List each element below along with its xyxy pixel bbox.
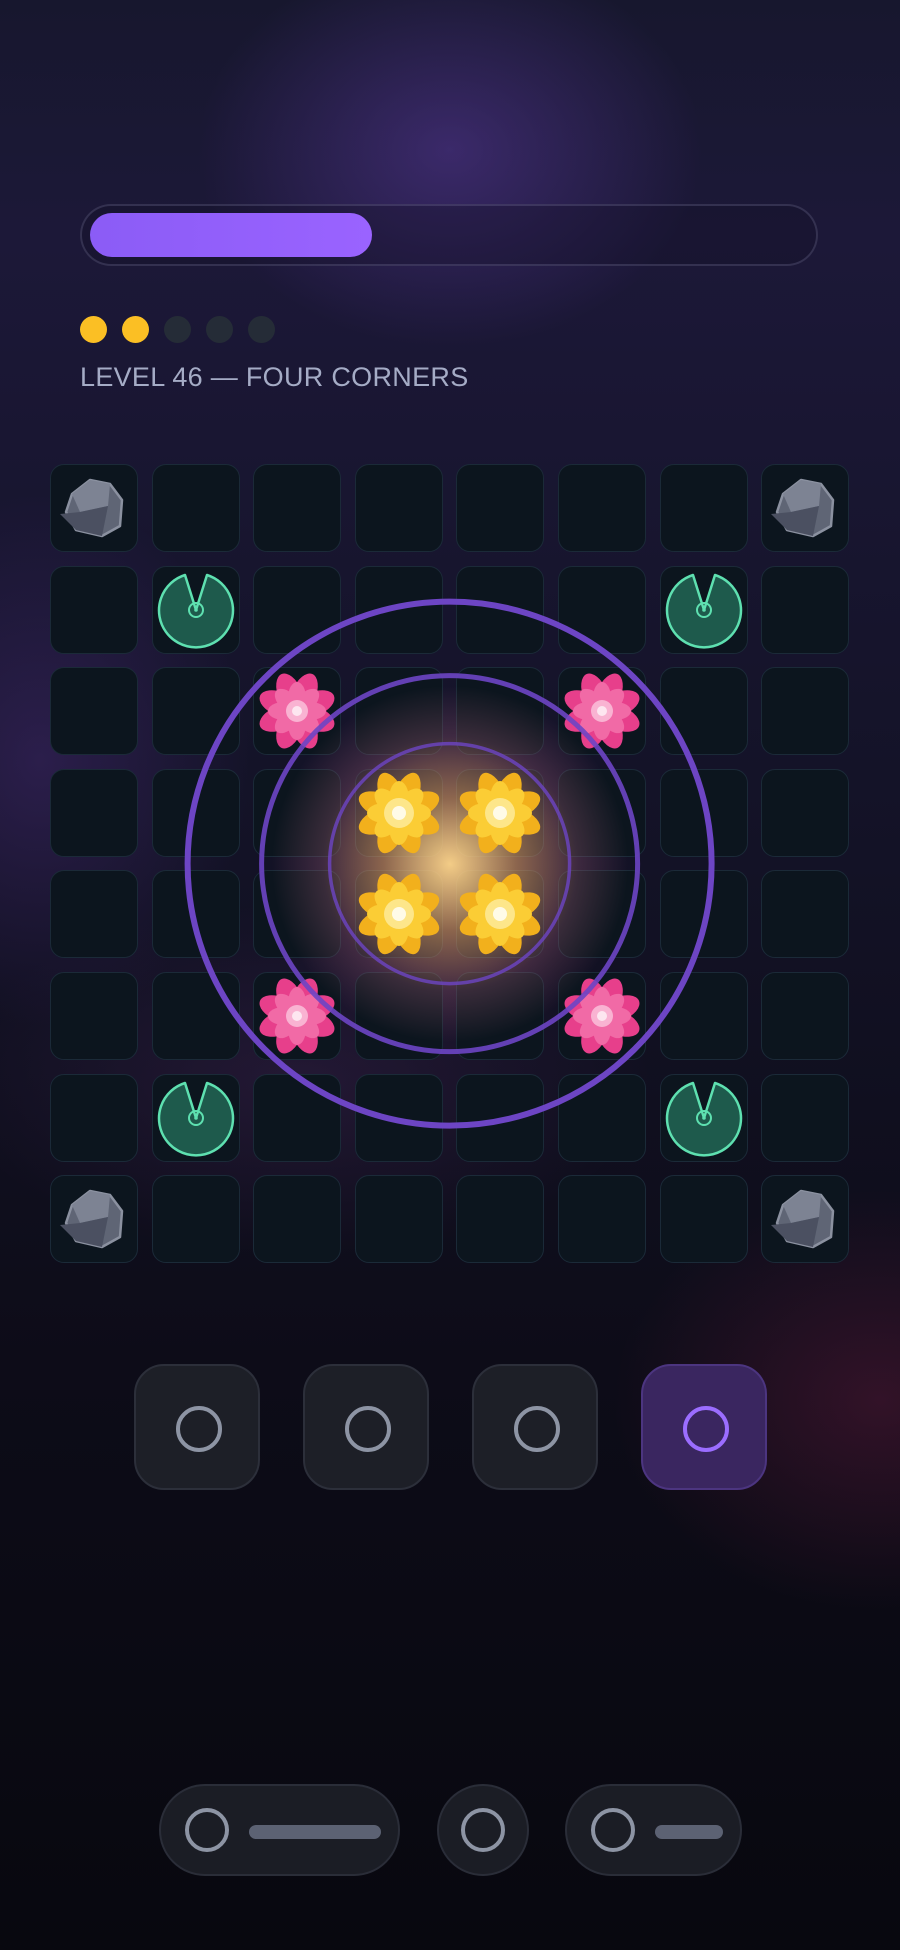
circle-icon	[185, 1808, 229, 1852]
star-dot	[80, 316, 107, 343]
circle-icon	[683, 1406, 729, 1452]
board-tile[interactable]	[355, 464, 443, 552]
board-tile[interactable]	[558, 1175, 646, 1263]
level-progress-bar	[80, 204, 818, 266]
board-tile[interactable]	[660, 667, 748, 755]
board-tile[interactable]	[558, 464, 646, 552]
board-tile[interactable]	[50, 1074, 138, 1162]
board-tile[interactable]	[253, 464, 341, 552]
board-tile[interactable]	[253, 870, 341, 958]
yellow-flower-piece[interactable]	[355, 769, 443, 857]
board-tile[interactable]	[50, 566, 138, 654]
board-tile[interactable]	[50, 667, 138, 755]
board-tile[interactable]	[761, 667, 849, 755]
game-board	[50, 464, 850, 1264]
star-dot	[164, 316, 191, 343]
board-tile[interactable]	[456, 566, 544, 654]
action-button-2[interactable]	[303, 1364, 429, 1490]
lily-pad-piece[interactable]	[660, 1074, 748, 1162]
board-tile[interactable]	[761, 769, 849, 857]
star-dot	[206, 316, 233, 343]
yellow-flower-piece[interactable]	[456, 870, 544, 958]
board-tile[interactable]	[152, 870, 240, 958]
board-tile[interactable]	[50, 769, 138, 857]
board-tile[interactable]	[152, 972, 240, 1060]
board-tile[interactable]	[355, 972, 443, 1060]
rock-piece[interactable]	[761, 464, 849, 552]
board-tile[interactable]	[50, 870, 138, 958]
board-tile[interactable]	[660, 870, 748, 958]
board-tile[interactable]	[660, 1175, 748, 1263]
board-tile[interactable]	[761, 972, 849, 1060]
level-title: LEVEL 46 — FOUR CORNERS	[80, 362, 469, 392]
rock-piece[interactable]	[50, 1175, 138, 1263]
board-tile[interactable]	[558, 566, 646, 654]
board-tile[interactable]	[253, 1074, 341, 1162]
board-tile[interactable]	[660, 769, 748, 857]
board-tile[interactable]	[355, 1074, 443, 1162]
board-tile[interactable]	[558, 1074, 646, 1162]
circle-icon	[461, 1808, 505, 1852]
lily-pad-piece[interactable]	[152, 566, 240, 654]
board-tile[interactable]	[761, 566, 849, 654]
board-tile[interactable]	[355, 667, 443, 755]
circle-icon	[345, 1406, 391, 1452]
circle-icon	[176, 1406, 222, 1452]
bottom-pill-center[interactable]	[437, 1784, 529, 1876]
action-button-4[interactable]	[641, 1364, 767, 1490]
board-tile[interactable]	[456, 972, 544, 1060]
label-bar	[655, 1825, 723, 1839]
board-tile[interactable]	[456, 1175, 544, 1263]
board-tile[interactable]	[253, 769, 341, 857]
circle-icon	[514, 1406, 560, 1452]
board-tile[interactable]	[152, 769, 240, 857]
level-progress-fill	[90, 213, 372, 257]
board-tile[interactable]	[152, 667, 240, 755]
rock-piece[interactable]	[761, 1175, 849, 1263]
board-tile[interactable]	[558, 870, 646, 958]
bottom-pill-right[interactable]	[565, 1784, 742, 1876]
board-tile[interactable]	[456, 464, 544, 552]
label-bar	[249, 1825, 381, 1839]
board-tile[interactable]	[660, 464, 748, 552]
board-tile[interactable]	[253, 566, 341, 654]
board-tile[interactable]	[761, 1074, 849, 1162]
board-tile[interactable]	[761, 870, 849, 958]
star-dot	[122, 316, 149, 343]
yellow-flower-piece[interactable]	[355, 870, 443, 958]
board-tile[interactable]	[456, 667, 544, 755]
board-tile[interactable]	[355, 1175, 443, 1263]
board-tile[interactable]	[152, 464, 240, 552]
board-tile[interactable]	[253, 1175, 341, 1263]
lily-pad-piece[interactable]	[152, 1074, 240, 1162]
star-dot	[248, 316, 275, 343]
star-rating	[80, 316, 275, 343]
pink-flower-piece[interactable]	[558, 972, 646, 1060]
bottom-pill-left[interactable]	[159, 1784, 400, 1876]
board-tile[interactable]	[558, 769, 646, 857]
board-tile[interactable]	[152, 1175, 240, 1263]
action-button-1[interactable]	[134, 1364, 260, 1490]
board-tile[interactable]	[660, 972, 748, 1060]
board-tile[interactable]	[456, 1074, 544, 1162]
action-button-3[interactable]	[472, 1364, 598, 1490]
yellow-flower-piece[interactable]	[456, 769, 544, 857]
pink-flower-piece[interactable]	[558, 667, 646, 755]
board-tile[interactable]	[355, 566, 443, 654]
pink-flower-piece[interactable]	[253, 667, 341, 755]
circle-icon	[591, 1808, 635, 1852]
rock-piece[interactable]	[50, 464, 138, 552]
board-tile[interactable]	[50, 972, 138, 1060]
pink-flower-piece[interactable]	[253, 972, 341, 1060]
lily-pad-piece[interactable]	[660, 566, 748, 654]
